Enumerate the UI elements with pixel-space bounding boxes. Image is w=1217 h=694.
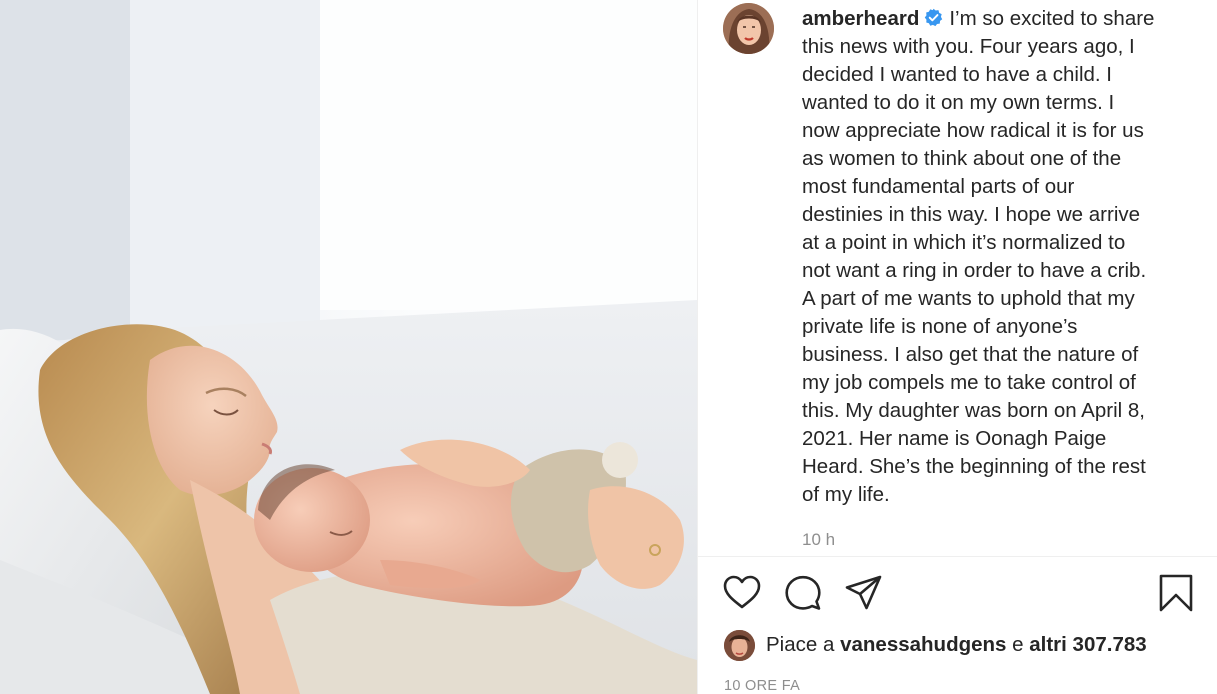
caption-line: as women to think about one of the <box>802 147 1122 170</box>
caption-line: I’m so excited to share <box>949 7 1155 30</box>
likes-count-link[interactable]: altri 307.783 <box>1029 633 1146 657</box>
post-date[interactable]: 10 ORE FA <box>724 678 800 694</box>
likes-connector: e <box>1012 633 1024 656</box>
verified-badge-icon <box>925 8 943 27</box>
bookmark-icon <box>1159 574 1193 612</box>
caption-line: my job compels me to take control of <box>802 371 1136 394</box>
caption-line: now appreciate how radical it is for us <box>802 119 1144 142</box>
caption-line: at a point in which it’s normalized to <box>802 231 1126 254</box>
caption-line: 2021. Her name is Oonagh Paige <box>802 427 1107 450</box>
action-bar <box>722 573 1193 615</box>
likes-summary: Piace a vanessahudgens e altri 307.783 <box>724 628 1147 662</box>
caption-line: of my life. <box>802 483 890 506</box>
caption-line: most fundamental parts of our <box>802 175 1075 198</box>
save-button[interactable] <box>1156 573 1196 613</box>
heart-icon <box>723 575 761 609</box>
liker-avatar-image <box>724 629 755 661</box>
author-username[interactable]: amberheard <box>802 7 919 30</box>
caption-line: wanted to do it on my own terms. I <box>802 91 1115 114</box>
caption-line: destinies in this way. I hope we arrive <box>802 203 1141 226</box>
mother-and-newborn-photo <box>0 0 697 694</box>
like-button[interactable] <box>722 573 762 613</box>
liker-avatar[interactable] <box>724 629 755 661</box>
caption-line: not want a ring in order to have a crib. <box>802 259 1147 282</box>
caption-line: business. I also get that the nature of <box>802 343 1139 366</box>
instagram-post: amberheard I’m so excited to share this n… <box>0 0 1217 694</box>
comment-button[interactable] <box>783 573 823 613</box>
caption-line: this news with you. Four years ago, I <box>802 35 1135 58</box>
comment-icon <box>785 575 821 610</box>
likes-prefix: Piace a <box>766 633 835 656</box>
post-photo[interactable] <box>0 0 697 694</box>
caption-timestamp[interactable]: 10 h <box>802 530 835 550</box>
caption-line: this. My daughter was born on April 8, <box>802 399 1145 422</box>
avatar-image <box>723 3 774 54</box>
post-caption: amberheard I’m so excited to share this n… <box>802 5 1182 509</box>
share-button[interactable] <box>844 573 884 613</box>
caption-line: Heard. She’s the beginning of the rest <box>802 455 1146 478</box>
caption-line: private life is none of anyone’s <box>802 315 1078 338</box>
share-icon <box>845 575 882 610</box>
post-details-panel: amberheard I’m so excited to share this n… <box>697 0 1217 694</box>
divider <box>698 556 1217 557</box>
liker-username[interactable]: vanessahudgens <box>840 633 1006 657</box>
author-avatar[interactable] <box>723 3 774 54</box>
caption-line: A part of me wants to uphold that my <box>802 287 1135 310</box>
caption-line: decided I wanted to have a child. I <box>802 63 1112 86</box>
